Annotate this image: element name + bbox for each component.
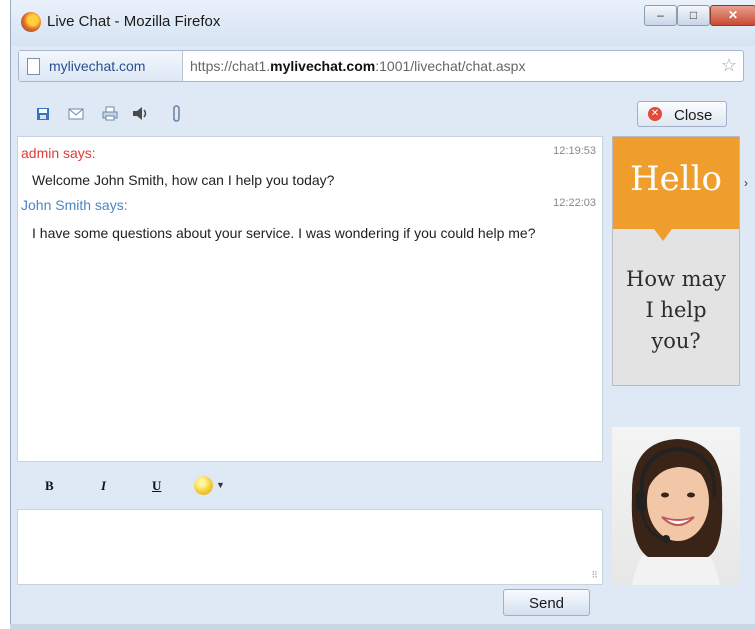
message-input[interactable]: ⠿	[17, 509, 603, 585]
window-title: Live Chat - Mozilla Firefox	[47, 13, 221, 30]
chevron-right-icon[interactable]: ›	[744, 176, 748, 190]
close-icon: ✕	[727, 8, 739, 22]
minimize-button[interactable]: –	[644, 5, 677, 26]
maximize-icon: □	[689, 8, 698, 22]
minimize-icon: –	[657, 8, 664, 22]
window-bottom-border	[10, 624, 755, 629]
speech-bubble-tail	[654, 229, 672, 241]
email-icon[interactable]	[68, 108, 84, 120]
bookmark-star-icon[interactable]: ☆	[721, 55, 737, 76]
url-text[interactable]: https://chat1.mylivechat.com:1001/livech…	[190, 58, 525, 74]
maximize-button[interactable]: □	[677, 5, 710, 26]
agent-photo	[631, 439, 723, 585]
speech-bubble: Hello	[613, 137, 739, 229]
firefox-logo-icon	[21, 12, 41, 32]
chat-close-button[interactable]: ✕ Close	[637, 101, 727, 127]
promo-line: How may	[626, 267, 726, 291]
promo-line: you?	[651, 329, 701, 353]
help-promo-banner: Hello How may I help you?	[612, 136, 740, 386]
url-prefix: https://chat1.	[190, 58, 271, 74]
underline-button[interactable]: U	[152, 478, 161, 494]
format-toolbar: B I U ▼	[17, 468, 603, 504]
message-text: I have some questions about your service…	[32, 225, 536, 241]
message-sender: John Smith says:	[21, 197, 128, 213]
emoticon-icon[interactable]	[194, 476, 213, 495]
site-identity-button[interactable]: mylivechat.com	[19, 51, 183, 81]
print-icon[interactable]	[102, 106, 118, 121]
message-time: 12:19:53	[553, 145, 596, 157]
message-time: 12:22:03	[553, 197, 596, 209]
url-suffix: :1001/livechat/chat.aspx	[375, 58, 526, 74]
send-button[interactable]: Send	[503, 589, 590, 616]
close-circle-icon: ✕	[648, 107, 662, 121]
send-label: Send	[528, 595, 565, 612]
italic-button[interactable]: I	[101, 478, 106, 494]
chat-log[interactable]: admin says: 12:19:53 Welcome John Smith,…	[17, 136, 603, 462]
bold-button[interactable]: B	[45, 478, 54, 494]
close-label: Close	[674, 107, 713, 124]
promo-question: How may I help you?	[613, 264, 739, 357]
site-name: mylivechat.com	[49, 58, 146, 74]
message-text: Welcome John Smith, how can I help you t…	[32, 172, 335, 188]
save-icon[interactable]	[36, 107, 50, 121]
message-sender: admin says:	[21, 145, 96, 161]
window-close-button[interactable]: ✕	[710, 5, 755, 26]
chevron-down-icon[interactable]: ▼	[216, 480, 225, 490]
title-bar[interactable]: Live Chat - Mozilla Firefox – □ ✕	[11, 0, 755, 46]
address-bar[interactable]: mylivechat.com https://chat1.mylivechat.…	[18, 50, 744, 82]
chat-toolbar	[18, 95, 745, 135]
url-domain: mylivechat.com	[270, 58, 376, 74]
page-icon	[27, 58, 40, 75]
sound-icon[interactable]	[132, 106, 150, 121]
attach-icon[interactable]	[171, 105, 181, 123]
promo-line: I help	[645, 298, 707, 322]
promo-hello: Hello	[630, 159, 722, 199]
resize-grip-icon[interactable]: ⠿	[591, 570, 599, 581]
support-agent-image	[612, 427, 740, 585]
